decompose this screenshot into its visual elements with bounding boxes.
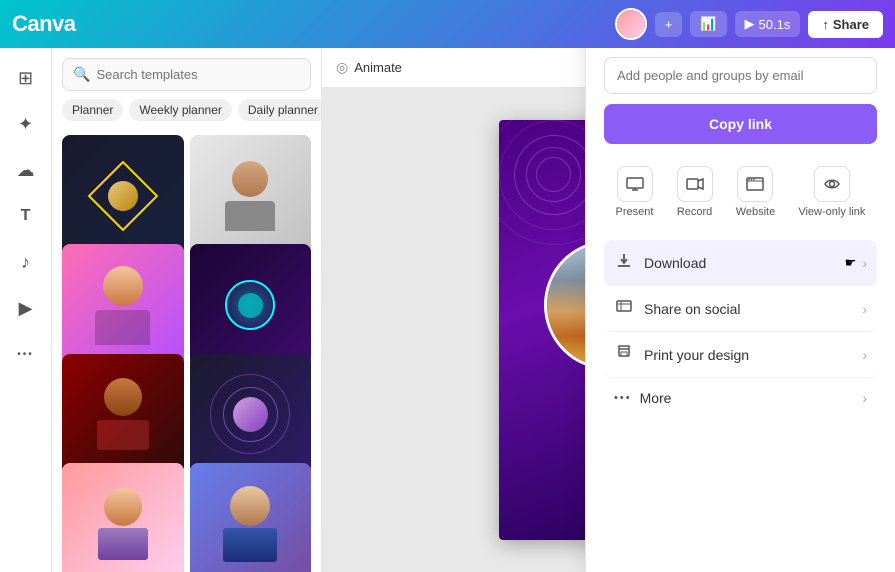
share-option-website[interactable]: Website: [728, 160, 784, 224]
avatar-image: [617, 10, 645, 38]
share-social-label: Share on social: [644, 301, 741, 317]
template-grid: [52, 129, 321, 572]
canva-logo: Canva: [12, 11, 76, 37]
plus-icon: +: [665, 17, 673, 32]
more-label: More: [640, 390, 672, 406]
website-label: Website: [736, 206, 776, 218]
share-icon: ↑: [822, 17, 829, 32]
present-label: Present: [616, 206, 654, 218]
share-social-chevron-icon: ›: [862, 301, 867, 317]
download-label: Download: [644, 255, 706, 271]
tag-daily-planner[interactable]: Daily planner: [238, 99, 321, 121]
template-card[interactable]: [190, 354, 312, 476]
record-label: Record: [677, 206, 712, 218]
download-menu-item[interactable]: Download ☛ ›: [604, 240, 877, 286]
template-card[interactable]: [62, 463, 184, 572]
template-card[interactable]: [62, 244, 184, 366]
play-icon: ▶: [745, 16, 755, 32]
tag-planner[interactable]: Planner: [62, 99, 123, 121]
analytics-button[interactable]: 📊: [690, 11, 726, 37]
share-option-record[interactable]: Record: [669, 160, 721, 224]
download-icon: [614, 252, 634, 273]
topbar-right: + 📊 ▶ 50.1s ↑ Share: [615, 8, 883, 40]
timer-display: 50.1s: [759, 17, 791, 32]
email-input[interactable]: [604, 57, 877, 94]
more-dots-icon: •••: [614, 392, 632, 404]
sidebar-item-text[interactable]: T: [6, 196, 46, 236]
share-option-view-only[interactable]: View-only link: [790, 160, 873, 224]
template-card[interactable]: [62, 354, 184, 476]
template-tags: Planner Weekly planner Daily planner Cal…: [52, 99, 321, 129]
sidebar-item-video[interactable]: ▶: [6, 288, 46, 328]
share-social-icon: [614, 298, 634, 319]
sidebar-item-audio[interactable]: ♪: [6, 242, 46, 282]
tag-weekly-planner[interactable]: Weekly planner: [129, 99, 232, 121]
website-icon: [737, 166, 773, 202]
print-icon: [614, 344, 634, 365]
animate-label[interactable]: Animate: [354, 60, 402, 75]
sidebar-item-more[interactable]: •••: [6, 334, 46, 374]
print-chevron-icon: ›: [862, 347, 867, 363]
share-options-row: Present Record Website View-only link: [604, 160, 877, 224]
more-menu-item[interactable]: ••• More ›: [604, 378, 877, 418]
chart-icon: 📊: [700, 16, 716, 32]
more-chevron-icon: ›: [862, 390, 867, 406]
search-icon: 🔍: [73, 66, 90, 83]
share-social-left: Share on social: [614, 298, 741, 319]
copy-link-button[interactable]: Copy link: [604, 104, 877, 144]
sidebar-item-layout[interactable]: ⊞: [6, 58, 46, 98]
record-icon: [677, 166, 713, 202]
present-icon: [617, 166, 653, 202]
topbar: Canva + 📊 ▶ 50.1s ↑ Share: [0, 0, 895, 48]
avatar[interactable]: [615, 8, 647, 40]
download-chevron-icon: ›: [862, 255, 867, 271]
add-collaborator-button[interactable]: +: [655, 12, 683, 37]
template-card[interactable]: [190, 135, 312, 257]
template-card[interactable]: [190, 463, 312, 572]
animate-icon: ◎: [336, 59, 348, 76]
share-panel: Share this design Copy link Present Reco…: [585, 0, 895, 572]
sidebar-item-uploads[interactable]: ☁: [6, 150, 46, 190]
print-menu-item[interactable]: Print your design ›: [604, 332, 877, 378]
view-only-icon: [814, 166, 850, 202]
main-layout: ⊞ ✦ ☁ T ♪ ▶ ••• 🔍 Planner Weekly planner…: [0, 48, 895, 572]
share-button[interactable]: ↑ Share: [808, 11, 883, 38]
left-panel: 🔍 Planner Weekly planner Daily planner C…: [52, 48, 322, 572]
share-social-menu-item[interactable]: Share on social ›: [604, 286, 877, 332]
share-option-present[interactable]: Present: [608, 160, 662, 224]
print-label: Print your design: [644, 347, 749, 363]
template-card[interactable]: [190, 244, 312, 366]
sidebar-item-elements[interactable]: ✦: [6, 104, 46, 144]
download-left: Download: [614, 252, 706, 273]
view-only-label: View-only link: [798, 206, 865, 218]
print-left: Print your design: [614, 344, 749, 365]
search-bar: 🔍: [62, 58, 311, 91]
topbar-left: Canva: [12, 11, 76, 37]
template-card[interactable]: [62, 135, 184, 257]
cursor-hand-icon: ☛: [845, 255, 857, 271]
play-button[interactable]: ▶ 50.1s: [735, 11, 801, 37]
search-input[interactable]: [96, 67, 300, 82]
sidebar-icons: ⊞ ✦ ☁ T ♪ ▶ •••: [0, 48, 52, 572]
